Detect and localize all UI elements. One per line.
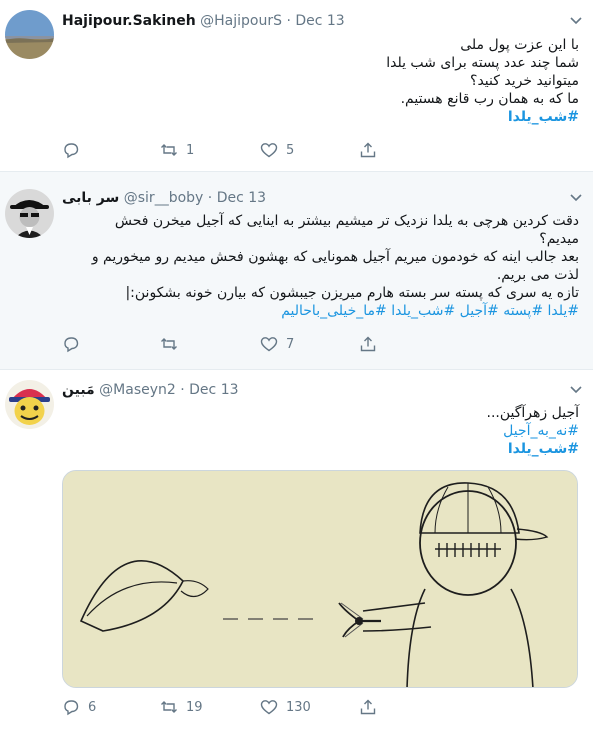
retweet-icon xyxy=(161,144,177,156)
share-icon xyxy=(360,699,376,715)
tweet-text: با این عزت پول ملی شما چند عدد پسته برای… xyxy=(62,36,579,126)
heart-icon xyxy=(260,700,278,715)
reply-icon xyxy=(64,337,79,353)
like-button[interactable]: 130 xyxy=(260,697,311,717)
tweet[interactable]: Hajipour.Sakineh @HajipourS · Dec 13 با … xyxy=(0,0,593,172)
reply-icon xyxy=(64,143,79,159)
hashtag-link[interactable]: #یلدا #پسته #آجیل #شب_یلدا #ما_خیلی_باحا… xyxy=(62,302,579,320)
retweet-icon xyxy=(161,338,177,350)
user-handle[interactable]: @HajipourS xyxy=(200,13,282,29)
tweet-date[interactable]: Dec 13 xyxy=(295,13,344,29)
reply-button[interactable] xyxy=(62,334,88,354)
hashtag-text[interactable]: #شب_یلدا xyxy=(508,109,579,125)
avatar[interactable] xyxy=(5,380,54,429)
heart-icon xyxy=(260,337,278,352)
display-name[interactable]: مَبین xyxy=(62,382,95,398)
tweet-actions: 6 19 130 xyxy=(62,697,382,717)
tweet-line: تازه یه سری که پسته سر بسته هارم میریزن … xyxy=(125,285,579,301)
tweet[interactable]: سر بابی @sir__boby · Dec 13 دقت کردین هر… xyxy=(0,172,593,370)
display-name[interactable]: Hajipour.Sakineh xyxy=(62,13,196,29)
cartoon-face-avatar-icon xyxy=(5,380,54,429)
hashtag-link[interactable]: #شب_یلدا xyxy=(62,108,579,126)
tweet-line: دقت کردین هرچی به یلدا نزدیک تر میشیم بی… xyxy=(114,213,579,229)
tweet-header: Hajipour.Sakineh @HajipourS · Dec 13 xyxy=(62,13,583,33)
tweet-line: شما چند عدد پسته برای شب یلدا xyxy=(386,55,579,71)
like-count: 130 xyxy=(286,699,311,715)
tweet-text: آجیل زهرآگین... #نه_به_آجیل #شب_یلدا xyxy=(62,404,579,458)
tweet-line: میدیم؟ xyxy=(539,231,579,247)
display-name[interactable]: سر بابی xyxy=(62,190,119,206)
share-button[interactable] xyxy=(359,697,377,717)
man-in-hat-avatar-icon xyxy=(5,189,54,238)
landscape-avatar-icon xyxy=(5,10,54,59)
avatar[interactable] xyxy=(5,189,54,238)
like-button[interactable]: 7 xyxy=(260,334,294,354)
tweet-date[interactable]: Dec 13 xyxy=(217,190,266,206)
avatar[interactable] xyxy=(5,10,54,59)
tweet[interactable]: مَبین @Maseyn2 · Dec 13 آجیل زهرآگین... … xyxy=(0,370,593,734)
chevron-down-icon[interactable] xyxy=(569,13,583,27)
tweet-actions: 7 xyxy=(62,334,382,354)
share-button[interactable] xyxy=(359,334,377,354)
tweet-line: آجیل زهرآگین... xyxy=(486,405,579,421)
reply-count: 6 xyxy=(88,699,97,715)
dot-separator: · xyxy=(180,382,185,398)
user-handle[interactable]: @Maseyn2 xyxy=(99,382,176,398)
tweet-media-image[interactable] xyxy=(62,470,578,688)
like-count: 7 xyxy=(286,336,295,352)
heart-icon xyxy=(260,143,278,158)
share-icon xyxy=(360,336,376,352)
tweet-line: با این عزت پول ملی xyxy=(460,37,579,53)
tweet-text: دقت کردین هرچی به یلدا نزدیک تر میشیم بی… xyxy=(62,212,579,320)
reply-icon xyxy=(64,700,79,716)
retweet-button[interactable] xyxy=(160,334,186,354)
chevron-down-icon[interactable] xyxy=(569,190,583,204)
tweet-header: مَبین @Maseyn2 · Dec 13 xyxy=(62,382,583,402)
like-count: 5 xyxy=(286,142,295,158)
user-handle[interactable]: @sir__boby xyxy=(124,190,204,206)
tweet-line: بعد جالب اینه که خودمون میریم آجیل همونا… xyxy=(91,249,579,265)
retweet-button[interactable]: 19 xyxy=(160,697,203,717)
dot-separator: · xyxy=(207,190,213,206)
tweet-date[interactable]: Dec 13 xyxy=(189,382,238,398)
dot-separator: · xyxy=(286,13,291,29)
tweet-line: میتوانید خرید کنید؟ xyxy=(470,73,579,89)
like-button[interactable]: 5 xyxy=(260,140,294,160)
hashtag-link[interactable]: #شب_یلدا xyxy=(62,440,579,458)
drawing-slingshot-pistachio-icon xyxy=(63,471,577,687)
retweet-icon xyxy=(161,701,177,713)
share-button[interactable] xyxy=(359,140,377,160)
reply-button[interactable]: 6 xyxy=(62,697,96,717)
retweet-count: 1 xyxy=(186,142,195,158)
tweet-line: ما که به همان رب قانع هستیم. xyxy=(400,91,579,107)
hashtag-link[interactable]: #نه_به_آجیل xyxy=(62,422,579,440)
retweet-count: 19 xyxy=(186,699,203,715)
tweet-actions: 1 5 xyxy=(62,140,382,160)
chevron-down-icon[interactable] xyxy=(569,382,583,396)
reply-button[interactable] xyxy=(62,140,88,160)
tweet-header: سر بابی @sir__boby · Dec 13 xyxy=(62,190,583,210)
tweet-line: لذت می بریم. xyxy=(496,267,579,283)
share-icon xyxy=(360,142,376,158)
hashtag-text[interactable]: #شب_یلدا xyxy=(508,441,579,457)
retweet-button[interactable]: 1 xyxy=(160,140,194,160)
